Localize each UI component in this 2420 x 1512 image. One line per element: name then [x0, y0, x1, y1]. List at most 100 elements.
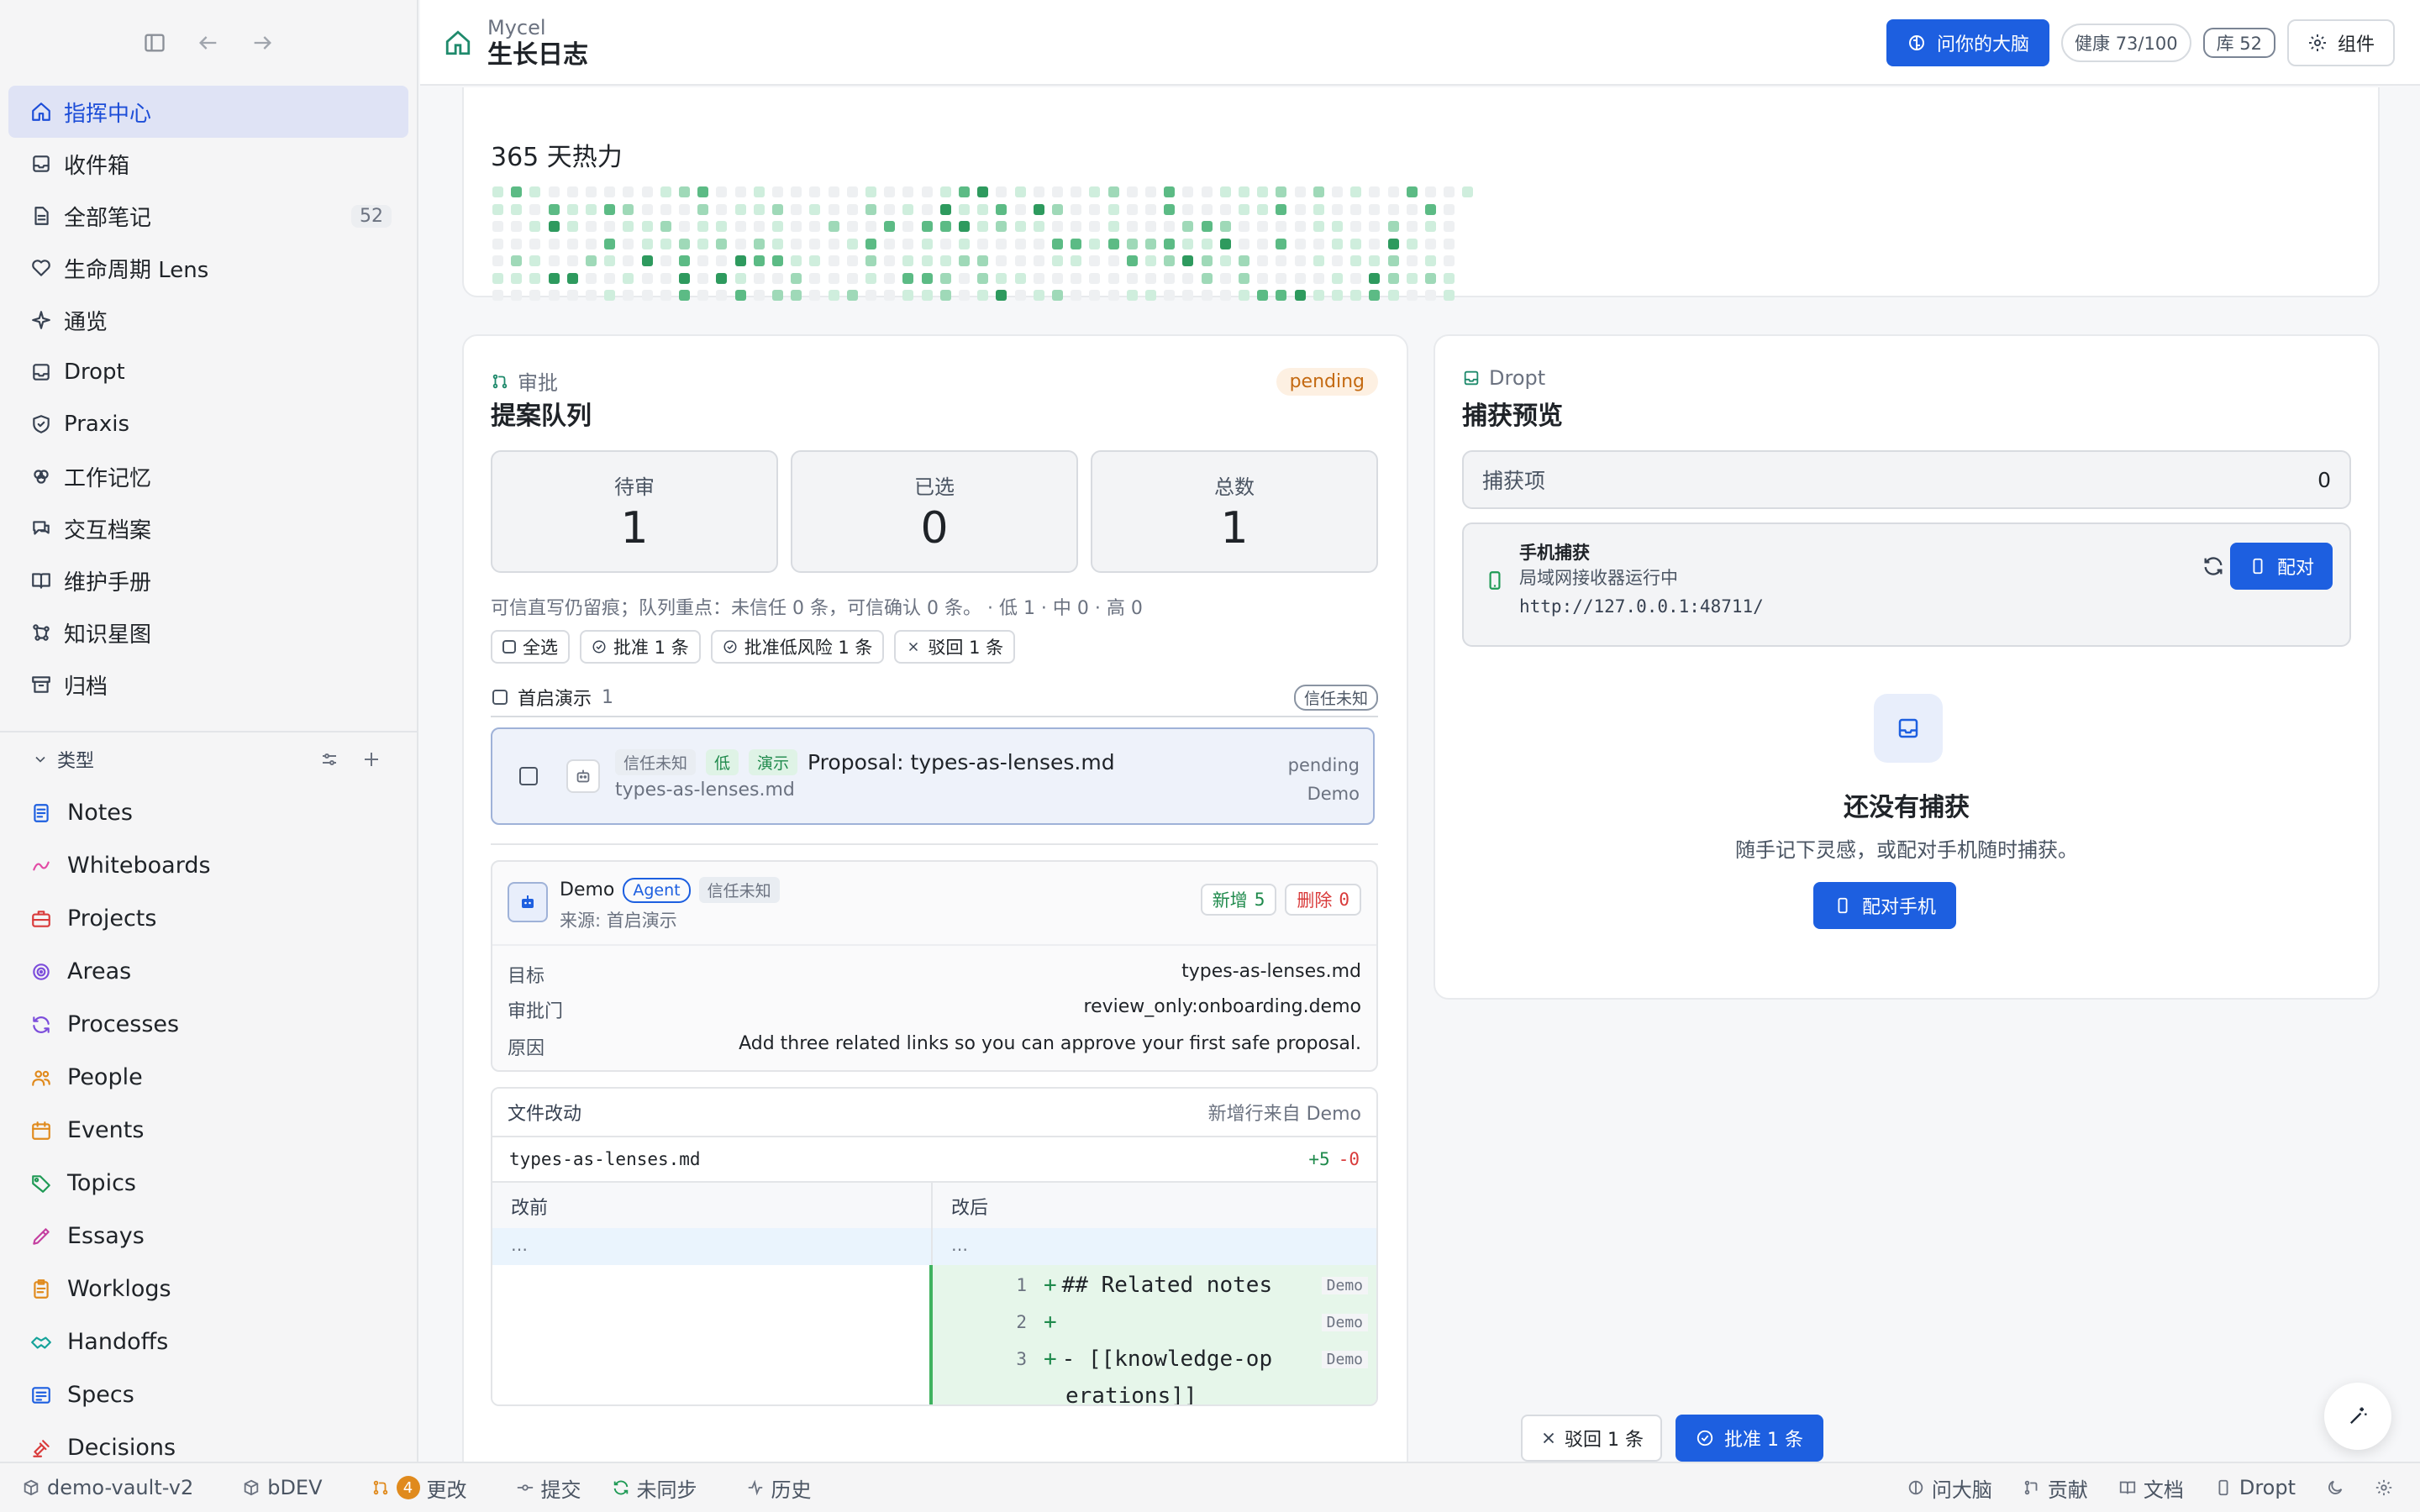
theme-toggle[interactable] [2311, 1478, 2360, 1497]
heatmap-cell[interactable] [846, 203, 858, 215]
sidebar-item-8[interactable]: 交互档案 [8, 502, 408, 554]
heatmap-cell[interactable] [697, 272, 709, 284]
heatmap-cell[interactable] [772, 290, 783, 301]
settings-toggle[interactable] [2360, 1478, 2408, 1497]
heatmap-cell[interactable] [1033, 186, 1044, 197]
heatmap-cell[interactable] [1145, 255, 1156, 266]
heatmap-cell[interactable] [604, 186, 616, 197]
sidebar-item-3[interactable]: 生命周期 Lens [8, 242, 408, 294]
heatmap-cell[interactable] [1257, 290, 1269, 301]
heatmap-cell[interactable] [884, 272, 896, 284]
heatmap-cell[interactable] [660, 272, 671, 284]
heatmap-cell[interactable] [977, 238, 989, 249]
heatmap-cell[interactable] [623, 203, 634, 215]
heatmap-cell[interactable] [902, 255, 914, 266]
heatmap-cell[interactable] [939, 272, 951, 284]
heatmap-cell[interactable] [1276, 272, 1287, 284]
heatmap-cell[interactable] [1219, 221, 1231, 232]
heatmap-cell[interactable] [1126, 221, 1138, 232]
heatmap-cell[interactable] [1313, 203, 1324, 215]
heatmap-cell[interactable] [660, 203, 671, 215]
heatmap-cell[interactable] [1033, 203, 1044, 215]
magic-wand-fab[interactable] [2324, 1383, 2391, 1450]
heatmap-cell[interactable] [959, 221, 970, 232]
heatmap-cell[interactable] [1239, 255, 1249, 266]
heatmap-cell[interactable] [1387, 186, 1399, 197]
type-item-3[interactable]: Areas [0, 945, 417, 998]
heatmap-cell[interactable] [846, 238, 858, 249]
heatmap-cell[interactable] [959, 203, 970, 215]
heatmap-cell[interactable] [846, 186, 858, 197]
heatmap-cell[interactable] [1444, 290, 1455, 301]
heatmap-cell[interactable] [1182, 272, 1194, 284]
heatmap-cell[interactable] [1369, 238, 1381, 249]
heatmap-cell[interactable] [641, 290, 653, 301]
heatmap-cell[interactable] [529, 186, 541, 197]
type-item-6[interactable]: Events [0, 1104, 417, 1157]
heatmap-cell[interactable] [1219, 290, 1231, 301]
heatmap-cell[interactable] [939, 203, 951, 215]
heatmap-cell[interactable] [1294, 186, 1306, 197]
home-icon[interactable] [444, 29, 472, 57]
heatmap-cell[interactable] [1089, 238, 1101, 249]
heatmap-cell[interactable] [772, 221, 783, 232]
heatmap-cell[interactable] [809, 272, 821, 284]
heatmap-cell[interactable] [996, 238, 1007, 249]
heatmap-cell[interactable] [939, 221, 951, 232]
heatmap-cell[interactable] [1425, 290, 1436, 301]
pair-button[interactable]: 配对 [2229, 543, 2333, 590]
heatmap-cell[interactable] [1164, 272, 1176, 284]
heatmap-cell[interactable] [939, 290, 951, 301]
heatmap-cell[interactable] [1313, 221, 1324, 232]
heatmap-cell[interactable] [641, 238, 653, 249]
heatmap-cell[interactable] [716, 238, 728, 249]
heatmap-cell[interactable] [1164, 255, 1176, 266]
heatmap-cell[interactable] [1145, 203, 1156, 215]
heatmap-cell[interactable] [1052, 290, 1063, 301]
heatmap-cell[interactable] [1107, 272, 1119, 284]
heatmap-cell[interactable] [1276, 238, 1287, 249]
type-item-10[interactable]: Handoffs [0, 1315, 417, 1368]
sidebar-toggle-icon[interactable] [143, 31, 166, 55]
heatmap-cell[interactable] [921, 255, 933, 266]
heatmap-cell[interactable] [828, 238, 839, 249]
heatmap-cell[interactable] [1444, 238, 1455, 249]
heatmap-cell[interactable] [1332, 255, 1343, 266]
heatmap-cell[interactable] [1164, 238, 1176, 249]
heatmap-cell[interactable] [511, 255, 523, 266]
heatmap-cell[interactable] [921, 238, 933, 249]
pair-phone-button[interactable]: 配对手机 [1813, 882, 1957, 929]
heatmap-cell[interactable] [902, 238, 914, 249]
heatmap-cell[interactable] [641, 255, 653, 266]
heatmap-cell[interactable] [1126, 203, 1138, 215]
forward-arrow-icon[interactable] [250, 31, 274, 55]
heatmap-cell[interactable] [1052, 238, 1063, 249]
heatmap-cell[interactable] [1089, 186, 1101, 197]
heatmap-cell[interactable] [791, 221, 802, 232]
heatmap-cell[interactable] [548, 186, 560, 197]
heatmap-cell[interactable] [1444, 186, 1455, 197]
footer-reject-button[interactable]: 驳回 1 条 [1521, 1415, 1662, 1462]
heatmap-cell[interactable] [1107, 203, 1119, 215]
heatmap-cell[interactable] [1313, 290, 1324, 301]
heatmap-cell[interactable] [511, 272, 523, 284]
heatmap-cell[interactable] [1313, 255, 1324, 266]
heatmap-cell[interactable] [716, 186, 728, 197]
heatmap-cell[interactable] [1425, 272, 1436, 284]
heatmap-cell[interactable] [1387, 272, 1399, 284]
heatmap-cell[interactable] [1239, 203, 1249, 215]
heatmap-cell[interactable] [1406, 186, 1418, 197]
heatmap-cell[interactable] [604, 255, 616, 266]
sidebar-item-9[interactable]: 维护手册 [8, 554, 408, 606]
heatmap-cell[interactable] [1164, 290, 1176, 301]
heatmap-cell[interactable] [884, 290, 896, 301]
heatmap-cell[interactable] [623, 221, 634, 232]
plus-icon[interactable] [361, 749, 381, 769]
heatmap-cell[interactable] [1219, 255, 1231, 266]
heatmap-cell[interactable] [772, 272, 783, 284]
type-item-4[interactable]: Processes [0, 998, 417, 1051]
heatmap-cell[interactable] [1332, 186, 1343, 197]
heatmap-cell[interactable] [828, 290, 839, 301]
heatmap-cell[interactable] [679, 238, 690, 249]
heatmap-cell[interactable] [548, 203, 560, 215]
